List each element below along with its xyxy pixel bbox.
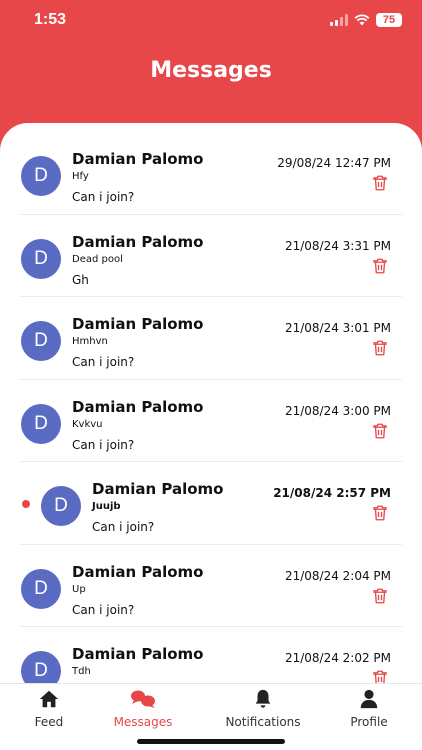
message-subject: Up bbox=[72, 583, 86, 595]
delete-message-button[interactable] bbox=[371, 587, 389, 605]
message-preview: Can i join? bbox=[92, 520, 155, 534]
status-bar: 1:53 75 bbox=[0, 0, 422, 42]
trash-icon bbox=[371, 670, 389, 683]
message-date: 21/08/24 3:31 PM bbox=[284, 238, 391, 253]
avatar: D bbox=[21, 651, 61, 683]
message-subject: Hmhvn bbox=[72, 336, 108, 347]
tab-feed-label: Feed bbox=[34, 715, 64, 729]
status-icons: 75 bbox=[330, 13, 402, 27]
trash-icon bbox=[371, 505, 389, 526]
message-row[interactable]: D Damian Palomo Hfy Can i join? 29/08/24 12:… bbox=[20, 132, 402, 215]
message-row[interactable]: D Damian Palomo Dead pool Gh 21/08/24 3:31 P… bbox=[20, 215, 402, 297]
message-date: 21/08/24 3:01 PM bbox=[284, 321, 391, 335]
sender-name: Damian Palomo bbox=[72, 562, 204, 581]
cellular-signal-icon bbox=[330, 14, 348, 26]
message-text: Damian Palomo Tdh bbox=[72, 644, 203, 683]
sender-name: Damian Palomo bbox=[72, 232, 204, 251]
chat-bubbles-icon bbox=[131, 690, 155, 708]
trash-icon bbox=[371, 423, 389, 444]
home-icon bbox=[39, 690, 59, 708]
tab-feed[interactable]: Feed bbox=[28, 688, 70, 729]
trash-icon bbox=[371, 175, 389, 196]
tab-messages-label: Messages bbox=[113, 715, 173, 729]
user-icon bbox=[360, 689, 378, 709]
bell-icon bbox=[255, 689, 271, 708]
sender-name: Damian Palomo bbox=[72, 150, 204, 168]
sender-name: Damian Palomo bbox=[92, 480, 224, 498]
message-date: 21/08/24 2:02 PM bbox=[284, 651, 391, 665]
avatar: D bbox=[21, 568, 61, 609]
message-preview: Can i join? bbox=[72, 190, 135, 204]
message-preview: Gh bbox=[72, 272, 89, 287]
message-row[interactable]: D Damian Palomo Juujb Can i join? 21/08/24 2… bbox=[20, 462, 402, 545]
message-text: Damian Palomo Hfy Can i join? bbox=[72, 149, 203, 205]
message-preview: Can i join? bbox=[72, 602, 135, 617]
message-date: 21/08/24 3:00 PM bbox=[284, 403, 391, 418]
delete-message-button[interactable] bbox=[371, 504, 389, 522]
delete-message-button[interactable] bbox=[371, 669, 389, 683]
message-text: Damian Palomo Dead pool Gh bbox=[72, 232, 203, 288]
trash-icon bbox=[371, 588, 389, 609]
message-preview: Can i join? bbox=[72, 355, 135, 369]
tab-profile[interactable]: Profile bbox=[346, 688, 392, 729]
battery-indicator: 75 bbox=[376, 13, 402, 27]
tab-notifications[interactable]: Notifications bbox=[218, 688, 308, 729]
messages-panel: D Damian Palomo Hfy Can i join? 29/08/24 12:… bbox=[0, 123, 422, 683]
message-subject: Hfy bbox=[72, 171, 89, 182]
avatar: D bbox=[41, 486, 81, 526]
message-preview: Can i join? bbox=[72, 437, 135, 452]
sender-name: Damian Palomo bbox=[72, 645, 204, 663]
avatar: D bbox=[21, 156, 61, 196]
message-text: Damian Palomo Hmhvn Can i join? bbox=[72, 314, 203, 370]
wifi-icon bbox=[354, 14, 370, 26]
delete-message-button[interactable] bbox=[371, 422, 389, 440]
message-subject: Tdh bbox=[72, 666, 91, 677]
message-text: Damian Palomo Up Can i join? bbox=[72, 562, 203, 618]
delete-message-button[interactable] bbox=[371, 257, 389, 275]
message-text: Damian Palomo Kvkvu Can i join? bbox=[72, 397, 203, 453]
tab-messages[interactable]: Messages bbox=[106, 688, 180, 729]
message-row[interactable]: D Damian Palomo Hmhvn Can i join? 21/08/24 3… bbox=[20, 297, 402, 380]
message-text: Damian Palomo Juujb Can i join? bbox=[92, 479, 223, 535]
message-row[interactable]: D Damian Palomo Up Can i join? 21/08/24 2:04… bbox=[20, 545, 402, 627]
unread-indicator bbox=[22, 500, 30, 508]
message-row[interactable]: D Damian Palomo Kvkvu Can i join? 21/08/24 3… bbox=[20, 380, 402, 462]
message-date: 21/08/24 2:57 PM bbox=[273, 486, 391, 500]
message-date: 21/08/24 2:04 PM bbox=[284, 568, 391, 583]
delete-message-button[interactable] bbox=[371, 339, 389, 357]
delete-message-button[interactable] bbox=[371, 174, 389, 192]
home-indicator bbox=[137, 739, 285, 744]
message-subject: Juujb bbox=[92, 501, 121, 512]
message-row[interactable]: D Damian Palomo Tdh 21/08/24 2:02 PM bbox=[20, 627, 402, 683]
sender-name: Damian Palomo bbox=[72, 397, 204, 416]
sender-name: Damian Palomo bbox=[72, 315, 204, 333]
avatar: D bbox=[21, 403, 61, 444]
status-time: 1:53 bbox=[34, 11, 67, 28]
page-title: Messages bbox=[150, 58, 272, 83]
message-list: D Damian Palomo Hfy Can i join? 29/08/24 12:… bbox=[20, 132, 402, 683]
message-subject: Kvkvu bbox=[72, 418, 103, 430]
trash-icon bbox=[371, 340, 389, 361]
tab-profile-label: Profile bbox=[350, 715, 388, 729]
avatar: D bbox=[21, 321, 61, 361]
message-date: 29/08/24 12:47 PM bbox=[277, 156, 391, 170]
message-subject: Dead pool bbox=[72, 253, 123, 265]
avatar: D bbox=[21, 238, 61, 279]
tab-notifications-label: Notifications bbox=[225, 715, 301, 729]
trash-icon bbox=[371, 258, 389, 279]
